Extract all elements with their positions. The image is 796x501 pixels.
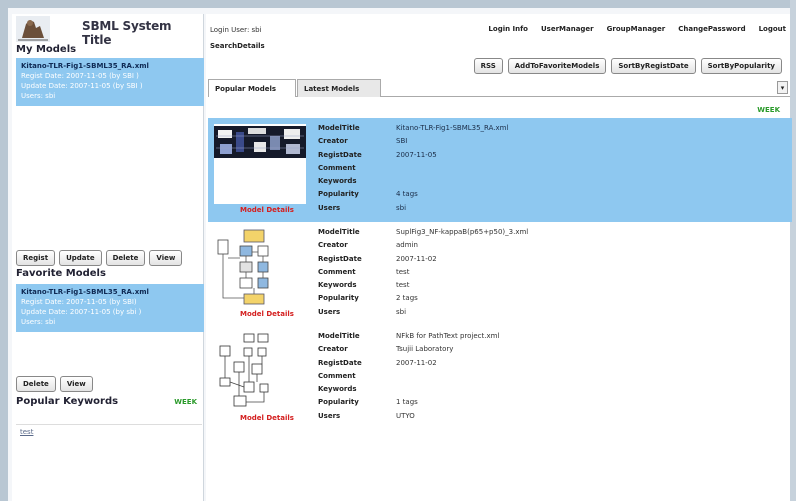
model-regist-date: Regist Date: 2007-11-05 (by SBI ) <box>21 72 139 80</box>
model-popularity: 2 tags <box>396 294 418 303</box>
my-models-buttons: Regist Update Delete View <box>16 250 183 266</box>
favorite-regist-date: Regist Date: 2007-11-05 (by SBI) <box>21 298 137 306</box>
model-title: NFkB for PathText project.xml <box>396 332 500 340</box>
my-model-item[interactable]: Kitano-TLR-Fig1-SBML35_RA.xml Regist Dat… <box>16 58 204 106</box>
model-users: sbi <box>396 203 407 212</box>
model-regist-date: 2007-11-02 <box>396 254 437 263</box>
model-popularity: 4 tags <box>396 190 418 199</box>
model-creator: Tsujii Laboratory <box>396 345 454 354</box>
change-password-link[interactable]: ChangePassword <box>678 25 745 33</box>
field-label: Users <box>318 307 341 316</box>
model-users: Users: sbi <box>21 92 56 100</box>
add-to-favorite-button[interactable]: AddToFavoriteModels <box>507 58 607 74</box>
search-details-link[interactable]: SearchDetails <box>210 42 265 50</box>
tab-latest-models[interactable]: Latest Models <box>297 79 381 97</box>
regist-button[interactable]: Regist <box>16 250 56 266</box>
app-title: SBML System Title <box>82 19 172 47</box>
model-title: Kitano-TLR-Fig1-SBML35_RA.xml <box>396 124 509 132</box>
model-users: UTYO <box>396 411 415 420</box>
field-label: RegistDate <box>318 254 362 263</box>
field-label: RegistDate <box>318 150 362 159</box>
favorite-users: Users: sbi <box>21 318 56 326</box>
view-button[interactable]: View <box>149 250 183 266</box>
top-nav: Login Info UserManager GroupManager Chan… <box>488 25 786 33</box>
logout-link[interactable]: Logout <box>759 25 786 33</box>
field-label: Creator <box>318 137 348 146</box>
logo-icon <box>16 16 50 42</box>
favorite-models-title: Favorite Models <box>16 268 106 279</box>
model-popularity: 1 tags <box>396 398 418 407</box>
model-creator: SBI <box>396 137 408 146</box>
user-manager-link[interactable]: UserManager <box>541 25 594 33</box>
favorite-view-button[interactable]: View <box>59 376 93 392</box>
field-label: Users <box>318 411 341 420</box>
result-row[interactable]: Model Details ModelTitle Kitano-TLR-Fig1-… <box>208 118 792 222</box>
model-regist-date: 2007-11-05 <box>396 150 437 159</box>
login-info-link[interactable]: Login Info <box>488 25 528 33</box>
sort-by-regist-date-button[interactable]: SortByRegistDate <box>611 58 696 74</box>
field-label: Creator <box>318 345 348 354</box>
field-label: RegistDate <box>318 358 362 367</box>
update-button[interactable]: Update <box>59 250 102 266</box>
field-label: ModelTitle <box>318 124 360 132</box>
model-thumbnail[interactable] <box>214 124 306 204</box>
frame-left-border <box>0 0 8 501</box>
field-label: Creator <box>318 241 348 250</box>
favorite-name: Kitano-TLR-Fig1-SBML35_RA.xml <box>21 288 149 296</box>
my-models-title: My Models <box>16 44 77 55</box>
delete-button[interactable]: Delete <box>105 250 146 266</box>
field-label: ModelTitle <box>318 332 360 340</box>
sort-by-popularity-button[interactable]: SortByPopularity <box>700 58 782 74</box>
model-name: Kitano-TLR-Fig1-SBML35_RA.xml <box>21 62 149 70</box>
frame-top-border <box>0 0 796 8</box>
model-details-link[interactable]: Model Details <box>240 310 294 318</box>
period-label: WEEK <box>757 106 780 114</box>
login-user: Login User: sbi <box>210 26 262 34</box>
field-label: Keywords <box>318 281 357 290</box>
group-manager-link[interactable]: GroupManager <box>607 25 666 33</box>
model-thumbnail[interactable] <box>214 332 306 412</box>
app-frame: SBML System Title My Models Kitano-TLR-F… <box>0 0 796 501</box>
rss-button[interactable]: RSS <box>473 58 503 74</box>
keyword-link[interactable]: test <box>20 428 33 436</box>
action-buttons: RSS AddToFavoriteModels SortByRegistDate… <box>473 58 782 74</box>
favorite-update-date: Update Date: 2007-11-05 (by sbi ) <box>21 308 142 316</box>
model-regist-date: 2007-11-02 <box>396 358 437 367</box>
field-label: Comment <box>318 267 356 276</box>
tab-menu-arrow-icon[interactable]: ▾ <box>777 81 788 94</box>
field-label: Comment <box>318 371 356 380</box>
field-label: Keywords <box>318 385 357 394</box>
field-label: Users <box>318 203 341 212</box>
result-row[interactable]: Model Details ModelTitle NFkB for PathTex… <box>208 326 792 430</box>
model-update-date: Update Date: 2007-11-05 (by SBI ) <box>21 82 143 90</box>
field-label: Keywords <box>318 177 357 186</box>
tab-popular-models[interactable]: Popular Models <box>208 79 296 97</box>
model-title: SuplFig3_NF-kappaB(p65+p50)_3.xml <box>396 228 529 236</box>
model-users: sbi <box>396 307 407 316</box>
favorite-buttons: Delete View <box>16 376 93 392</box>
keywords-period-label: WEEK <box>174 398 197 406</box>
field-label: Popularity <box>318 294 359 303</box>
field-label: Popularity <box>318 190 359 199</box>
field-label: ModelTitle <box>318 228 360 236</box>
model-comment: test <box>396 267 410 276</box>
popular-keywords-title: Popular Keywords <box>16 396 119 407</box>
favorite-model-item[interactable]: Kitano-TLR-Fig1-SBML35_RA.xml Regist Dat… <box>16 284 204 332</box>
main-panel: Login User: sbi Login Info UserManager G… <box>206 14 792 501</box>
favorite-delete-button[interactable]: Delete <box>16 376 56 392</box>
field-label: Comment <box>318 163 356 172</box>
tab-bar: Popular Models Latest Models ▾ <box>208 79 790 97</box>
result-row[interactable]: Model Details ModelTitle SuplFig3_NF-kapp… <box>208 222 792 326</box>
model-thumbnail[interactable] <box>214 228 306 308</box>
model-creator: admin <box>396 241 418 250</box>
left-sidebar: SBML System Title My Models Kitano-TLR-F… <box>12 14 204 501</box>
model-details-link[interactable]: Model Details <box>240 206 294 214</box>
model-keywords: test <box>396 281 410 290</box>
model-details-link[interactable]: Model Details <box>240 414 294 422</box>
keywords-box <box>16 424 202 496</box>
field-label: Popularity <box>318 398 359 407</box>
